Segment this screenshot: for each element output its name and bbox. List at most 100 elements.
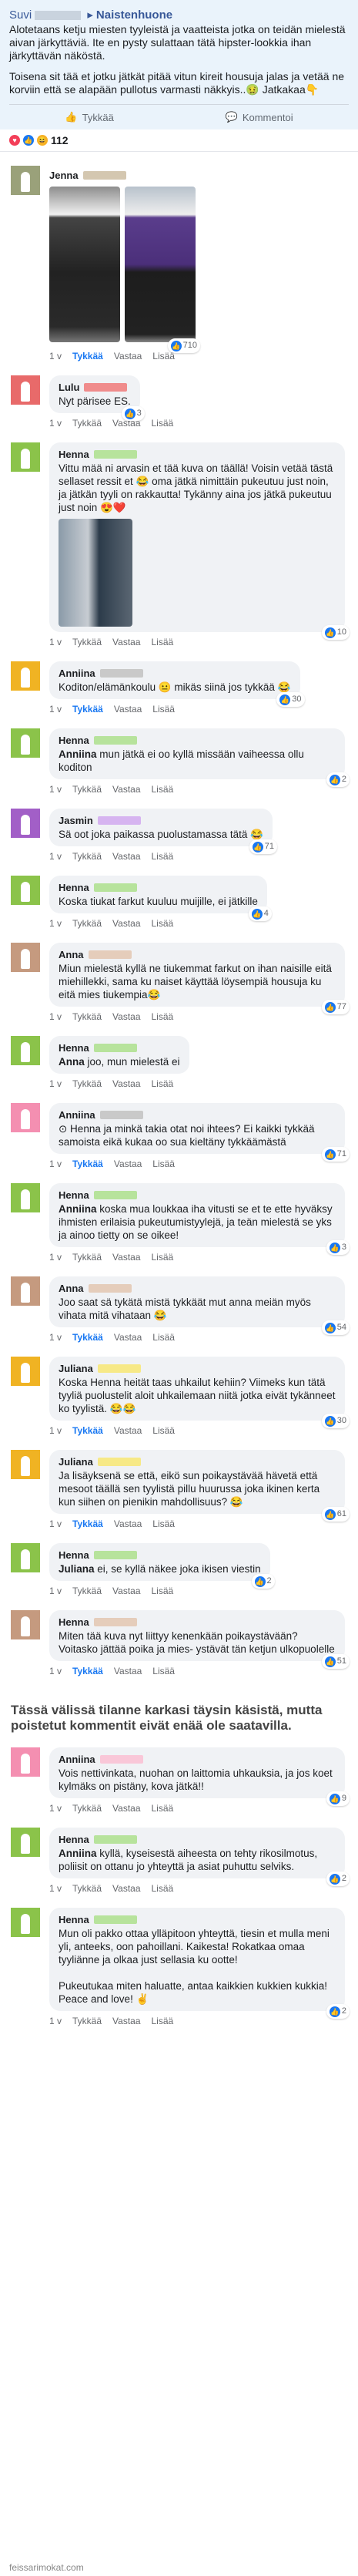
comment-reply-button[interactable]: Vastaa — [112, 1803, 140, 1814]
comment-reply-button[interactable]: Vastaa — [112, 1078, 140, 1089]
comment-author[interactable]: Lulu — [59, 381, 131, 394]
comment-reply-button[interactable]: Vastaa — [112, 1586, 140, 1596]
comment-reply-button[interactable]: Vastaa — [112, 1252, 140, 1263]
avatar[interactable] — [11, 1183, 40, 1212]
comment-like-button[interactable]: Tykkää — [72, 1252, 102, 1263]
reaction-badge[interactable]: 👍 54 — [321, 1320, 350, 1335]
comment-more-button[interactable]: Lisää — [152, 704, 175, 715]
avatar[interactable] — [11, 809, 40, 838]
comment-author[interactable]: Henna — [59, 1189, 336, 1202]
avatar[interactable] — [11, 442, 40, 472]
reaction-badge[interactable]: 👍 2 — [326, 2004, 350, 2019]
comment-like-button[interactable]: Tykkää — [72, 1425, 103, 1436]
comment-author[interactable]: Henna — [59, 1913, 336, 1926]
comment-more-button[interactable]: Lisää — [152, 1078, 174, 1089]
comment-more-button[interactable]: Lisää — [152, 851, 174, 862]
comment-reply-button[interactable]: Vastaa — [112, 637, 140, 647]
comment-button[interactable]: 💬 Kommentoi — [226, 111, 293, 123]
reaction-badge[interactable]: 👍 3 — [326, 1240, 350, 1255]
comment-like-button[interactable]: Tykkää — [72, 784, 102, 795]
comment-author[interactable]: Anna — [59, 948, 336, 961]
comment-reply-button[interactable]: Vastaa — [112, 784, 140, 795]
comment-reply-button[interactable]: Vastaa — [114, 1518, 142, 1529]
comment-author[interactable]: Juliana — [59, 1455, 336, 1468]
comment-more-button[interactable]: Lisää — [152, 1252, 174, 1263]
comment-more-button[interactable]: Lisää — [152, 637, 174, 647]
comment-author[interactable]: Henna — [59, 1549, 261, 1562]
comment-author[interactable]: Henna — [59, 1616, 336, 1629]
comment-like-button[interactable]: Tykkää — [72, 1011, 102, 1022]
reaction-badge[interactable]: 👍 710 — [167, 338, 200, 353]
avatar[interactable] — [11, 876, 40, 905]
avatar[interactable] — [11, 1036, 40, 1065]
reaction-badge[interactable]: 👍 71 — [321, 1147, 350, 1162]
comment-like-button[interactable]: Tykkää — [72, 851, 102, 862]
comment-author[interactable]: Jasmin — [59, 814, 263, 827]
comment-like-button[interactable]: Tykkää — [72, 2016, 102, 2026]
avatar[interactable] — [11, 1543, 40, 1572]
comment-like-button[interactable]: Tykkää — [72, 1159, 103, 1169]
reaction-badge[interactable]: 👍 61 — [321, 1507, 350, 1522]
comment-author[interactable]: Henna — [59, 1833, 336, 1846]
comment-author[interactable]: Anniina — [59, 667, 291, 680]
photo-gallery[interactable] — [59, 519, 336, 627]
photo-purple-outfit[interactable] — [125, 187, 196, 342]
comment-like-button[interactable]: Tykkää — [72, 1586, 102, 1596]
post-author[interactable]: Suvi — [9, 8, 32, 22]
comment-reply-button[interactable]: Vastaa — [112, 1883, 140, 1894]
comment-like-button[interactable]: Tykkää — [72, 1518, 103, 1529]
reaction-badge[interactable]: 👍 30 — [321, 1414, 350, 1428]
avatar[interactable] — [11, 1357, 40, 1386]
comment-more-button[interactable]: Lisää — [152, 1332, 175, 1343]
comment-more-button[interactable]: Lisää — [152, 1883, 174, 1894]
reaction-badge[interactable]: 👍 3 — [121, 406, 145, 421]
mention-link[interactable]: Anniina — [59, 1203, 97, 1215]
comment-author[interactable]: Anniina — [59, 1753, 336, 1766]
mention-link[interactable]: Juliana — [59, 1563, 95, 1575]
comment-more-button[interactable]: Lisää — [152, 1586, 174, 1596]
reaction-badge[interactable]: 👍 77 — [321, 1000, 350, 1014]
comment-reply-button[interactable]: Vastaa — [114, 704, 142, 715]
comment-reply-button[interactable]: Vastaa — [112, 851, 140, 862]
avatar[interactable] — [11, 166, 40, 195]
avatar[interactable] — [11, 661, 40, 691]
avatar[interactable] — [11, 943, 40, 972]
like-button[interactable]: 👍 Tykkää — [65, 111, 113, 123]
avatar[interactable] — [11, 1450, 40, 1479]
comment-more-button[interactable]: Lisää — [152, 1803, 174, 1814]
reaction-badge[interactable]: 👍 2 — [326, 772, 350, 787]
reaction-badge[interactable]: 👍 4 — [248, 906, 272, 921]
reaction-badge[interactable]: 👍 2 — [251, 1574, 275, 1589]
comment-author[interactable]: Henna — [59, 1041, 180, 1054]
comment-reply-button[interactable]: Vastaa — [114, 1425, 142, 1436]
comment-reply-button[interactable]: Vastaa — [114, 1159, 142, 1169]
reaction-badge[interactable]: 👍 51 — [321, 1654, 350, 1669]
comment-author[interactable]: Henna — [59, 881, 258, 894]
photo-gallery[interactable] — [49, 187, 196, 342]
reaction-badge[interactable]: 👍 71 — [249, 839, 277, 854]
post-group[interactable]: Naistenhuone — [96, 8, 172, 22]
comment-like-button[interactable]: Tykkää — [72, 918, 102, 929]
comment-author[interactable]: Anniina — [59, 1108, 336, 1122]
avatar[interactable] — [11, 728, 40, 758]
comment-like-button[interactable]: Tykkää — [72, 1332, 103, 1343]
reaction-badge[interactable]: 👍 2 — [326, 1871, 350, 1886]
comment-reply-button[interactable]: Vastaa — [114, 351, 142, 362]
comment-author[interactable]: Juliana — [59, 1362, 336, 1375]
comment-reply-button[interactable]: Vastaa — [112, 918, 140, 929]
avatar[interactable] — [11, 1828, 40, 1857]
reaction-summary[interactable]: ♥ 👍 😆 112 — [0, 129, 358, 152]
photo-subway[interactable] — [59, 519, 132, 627]
comment-like-button[interactable]: Tykkää — [72, 1803, 102, 1814]
comment-like-button[interactable]: Tykkää — [72, 1666, 103, 1676]
avatar[interactable] — [11, 1610, 40, 1639]
comment-like-button[interactable]: Tykkää — [72, 704, 103, 715]
comment-more-button[interactable]: Lisää — [152, 1425, 175, 1436]
reaction-badge[interactable]: 👍 9 — [326, 1791, 350, 1806]
avatar[interactable] — [11, 1747, 40, 1777]
avatar[interactable] — [11, 1103, 40, 1132]
comment-more-button[interactable]: Lisää — [152, 784, 174, 795]
reaction-badge[interactable]: 👍 30 — [276, 692, 305, 707]
comment-more-button[interactable]: Lisää — [152, 1518, 175, 1529]
comment-reply-button[interactable]: Vastaa — [114, 1332, 142, 1343]
